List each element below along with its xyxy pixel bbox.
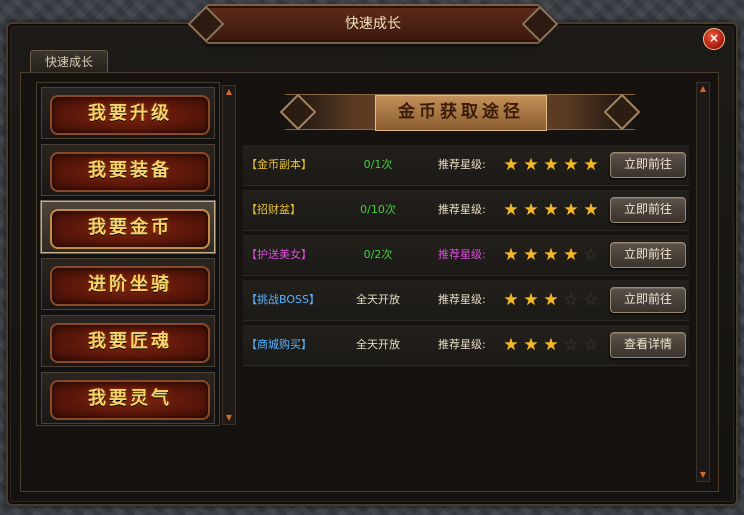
menu-button-label: 我要装备: [50, 152, 210, 192]
source-name: 【商城购买】: [246, 338, 312, 351]
star-rating: ★ ★ ★ ☆ ☆: [501, 290, 601, 310]
scroll-down-arrow-icon[interactable]: ▼: [697, 469, 709, 481]
source-progress: 0/10次: [360, 203, 396, 216]
star-filled-icon: ★: [503, 155, 519, 175]
source-name: 【护送美女】: [246, 248, 312, 261]
star-empty-icon: ☆: [583, 245, 599, 265]
star-filled-icon: ★: [503, 245, 519, 265]
go-now-button[interactable]: 立即前往: [610, 287, 686, 313]
source-progress: 0/1次: [363, 158, 393, 171]
source-name: 【金币副本】: [246, 158, 312, 171]
recommend-label: 推荐星级:: [438, 293, 486, 306]
star-filled-icon: ★: [503, 290, 519, 310]
banner-ornament-left: [279, 93, 317, 131]
menu-button-label: 我要匠魂: [50, 323, 210, 363]
source-row: 【招财盆】 0/10次 推荐星级: ★ ★ ★ ★ ★ 立即前往: [243, 190, 689, 231]
star-rating: ★ ★ ★ ☆ ☆: [501, 335, 601, 355]
menu-button-4[interactable]: 进阶坐骑: [41, 258, 215, 310]
go-now-button[interactable]: 立即前往: [610, 152, 686, 178]
star-empty-icon: ☆: [563, 290, 579, 310]
menu-button-label: 我要金币: [50, 209, 210, 249]
source-progress: 全天开放: [356, 338, 400, 351]
star-rating: ★ ★ ★ ★ ★: [501, 200, 601, 220]
scroll-down-arrow-icon[interactable]: ▼: [223, 412, 235, 424]
star-empty-icon: ☆: [563, 335, 579, 355]
star-rating: ★ ★ ★ ★ ★: [501, 155, 601, 175]
star-filled-icon: ★: [563, 200, 579, 220]
left-menu-panel: 我要升级我要装备我要金币进阶坐骑我要匠魂我要灵气: [36, 82, 220, 426]
star-filled-icon: ★: [583, 200, 599, 220]
star-filled-icon: ★: [543, 290, 559, 310]
recommend-label: 推荐星级:: [438, 203, 486, 216]
source-row: 【金币副本】 0/1次 推荐星级: ★ ★ ★ ★ ★ 立即前往: [243, 145, 689, 186]
star-filled-icon: ★: [583, 155, 599, 175]
view-details-button[interactable]: 查看详情: [610, 332, 686, 358]
recommend-label: 推荐星级:: [438, 248, 486, 261]
star-empty-icon: ☆: [583, 335, 599, 355]
go-now-button[interactable]: 立即前往: [610, 197, 686, 223]
star-filled-icon: ★: [523, 200, 539, 220]
right-scrollbar[interactable]: ▲ ▼: [696, 82, 710, 482]
tab-quick-growth[interactable]: 快速成长: [30, 50, 108, 73]
star-filled-icon: ★: [543, 335, 559, 355]
window-title: 快速成长: [187, 4, 559, 44]
star-filled-icon: ★: [543, 155, 559, 175]
close-button[interactable]: ×: [703, 28, 725, 50]
right-panel: 金币获取途径 【金币副本】 0/1次 推荐星级: ★ ★ ★ ★ ★ 立即前往 【招财盆】 0/10…: [240, 82, 692, 482]
source-name: 【挑战BOSS】: [246, 293, 320, 306]
star-filled-icon: ★: [523, 245, 539, 265]
left-scrollbar[interactable]: ▲ ▼: [222, 85, 236, 425]
star-filled-icon: ★: [523, 155, 539, 175]
menu-button-2[interactable]: 我要装备: [41, 144, 215, 196]
recommend-label: 推荐星级:: [438, 158, 486, 171]
menu-button-3[interactable]: 我要金币: [41, 201, 215, 253]
star-filled-icon: ★: [523, 290, 539, 310]
menu-button-label: 我要灵气: [50, 380, 210, 420]
banner-ornament-right: [603, 93, 641, 131]
menu-button-5[interactable]: 我要匠魂: [41, 315, 215, 367]
star-filled-icon: ★: [563, 155, 579, 175]
menu-button-label: 进阶坐骑: [50, 266, 210, 306]
menu-button-label: 我要升级: [50, 95, 210, 135]
star-filled-icon: ★: [523, 335, 539, 355]
recommend-label: 推荐星级:: [438, 338, 486, 351]
source-progress: 0/2次: [363, 248, 393, 261]
star-filled-icon: ★: [563, 245, 579, 265]
section-title: 金币获取途径: [375, 95, 547, 131]
scroll-up-arrow-icon[interactable]: ▲: [223, 86, 235, 98]
menu-button-6[interactable]: 我要灵气: [41, 372, 215, 424]
section-title-banner: 金币获取途径: [279, 93, 641, 131]
source-name: 【招财盆】: [246, 203, 301, 216]
scroll-up-arrow-icon[interactable]: ▲: [697, 83, 709, 95]
window-title-text: 快速成长: [345, 16, 401, 32]
star-filled-icon: ★: [503, 335, 519, 355]
menu-button-1[interactable]: 我要升级: [41, 87, 215, 139]
go-now-button[interactable]: 立即前往: [610, 242, 686, 268]
star-empty-icon: ☆: [583, 290, 599, 310]
star-filled-icon: ★: [543, 200, 559, 220]
star-rating: ★ ★ ★ ★ ☆: [501, 245, 601, 265]
source-row: 【商城购买】 全天开放 推荐星级: ★ ★ ★ ☆ ☆ 查看详情: [243, 325, 689, 366]
source-row: 【挑战BOSS】 全天开放 推荐星级: ★ ★ ★ ☆ ☆ 立即前往: [243, 280, 689, 321]
star-filled-icon: ★: [543, 245, 559, 265]
source-row: 【护送美女】 0/2次 推荐星级: ★ ★ ★ ★ ☆ 立即前往: [243, 235, 689, 276]
star-filled-icon: ★: [503, 200, 519, 220]
source-progress: 全天开放: [356, 293, 400, 306]
